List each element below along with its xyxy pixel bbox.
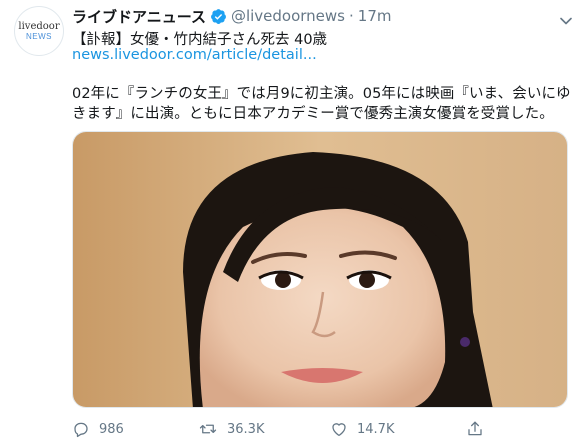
tweet-link[interactable]: news.livedoor.com/article/detail... (72, 47, 317, 63)
retweet-count: 36.3K (227, 421, 265, 437)
retweet-icon (199, 424, 217, 434)
like-count: 14.7K (357, 421, 395, 437)
timestamp[interactable]: 17m (358, 7, 392, 25)
tweet-photo[interactable] (72, 131, 568, 408)
tweet-header: ライブドアニュース @livedoornews · 17m (72, 6, 391, 26)
reply-icon (74, 422, 88, 438)
separator: · (349, 7, 354, 25)
like-icon (332, 423, 346, 437)
avatar-subtext: NEWS (26, 31, 52, 41)
retweet-button[interactable]: 36.3K (198, 420, 264, 438)
avatar-text: livedoor (18, 20, 60, 32)
reply-button[interactable]: 986 (72, 420, 124, 438)
handle[interactable]: @livedoornews (231, 7, 345, 25)
reply-count: 986 (99, 421, 124, 437)
tweet-headline: 【訃報】女優・竹内結子さん死去 40歳 (72, 32, 328, 48)
portrait-image (73, 132, 567, 407)
share-button[interactable] (466, 420, 484, 438)
chevron-down-icon[interactable] (560, 10, 572, 29)
like-button[interactable]: 14.7K (330, 420, 394, 438)
verified-icon (210, 8, 227, 25)
tweet-body: 02年に『ランチの女王』では月9に初主演。05年には映画『いま、会いにゆきます』… (72, 86, 571, 122)
share-icon (468, 421, 482, 436)
tweet-actions: 986 36.3K 14.7K (72, 420, 582, 440)
avatar[interactable]: livedoor NEWS (14, 6, 64, 56)
display-name[interactable]: ライブドアニュース (72, 6, 206, 27)
